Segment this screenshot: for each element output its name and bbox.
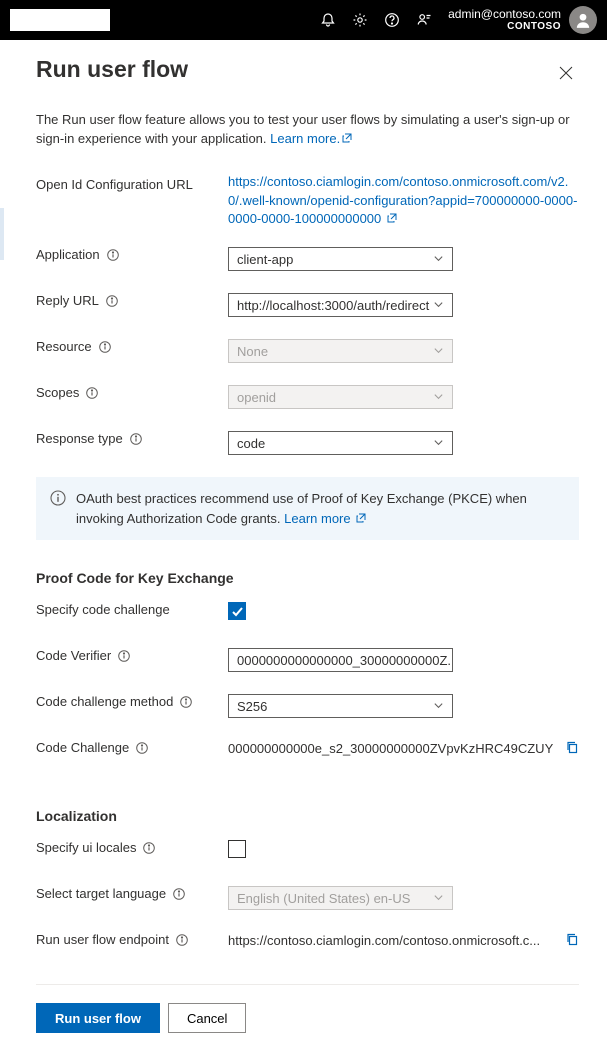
topbar-search-input[interactable]	[10, 9, 110, 31]
run-user-flow-button[interactable]: Run user flow	[36, 1003, 160, 1033]
copy-icon[interactable]	[565, 932, 579, 949]
endpoint-value: https://contoso.ciamlogin.com/contoso.on…	[228, 933, 555, 948]
challenge-method-select[interactable]: S256	[228, 694, 453, 718]
response-type-label: Response type	[36, 431, 123, 446]
pkce-section-title: Proof Code for Key Exchange	[36, 570, 579, 586]
info-icon[interactable]	[106, 248, 120, 262]
reply-url-label: Reply URL	[36, 293, 99, 308]
info-icon[interactable]	[175, 933, 189, 947]
intro-text: The Run user flow feature allows you to …	[36, 111, 579, 149]
panel-title: Run user flow	[36, 56, 188, 83]
target-language-select: English (United States) en-US	[228, 886, 453, 910]
copy-icon[interactable]	[565, 740, 579, 757]
external-link-icon	[356, 509, 366, 529]
chevron-down-icon	[433, 390, 444, 405]
user-email: admin@contoso.com	[448, 7, 561, 21]
specify-locales-label: Specify ui locales	[36, 840, 136, 855]
pkce-info-banner: OAuth best practices recommend use of Pr…	[36, 477, 579, 540]
separator	[36, 984, 579, 985]
run-user-flow-panel: Run user flow The Run user flow feature …	[0, 40, 607, 1061]
nav-accent	[0, 208, 4, 260]
application-label: Application	[36, 247, 100, 262]
scopes-label: Scopes	[36, 385, 79, 400]
info-icon[interactable]	[142, 841, 156, 855]
specify-challenge-label: Specify code challenge	[36, 602, 228, 617]
learn-more-link[interactable]: Learn more.	[270, 131, 352, 146]
info-icon[interactable]	[135, 741, 149, 755]
response-type-select[interactable]: code	[228, 431, 453, 455]
chevron-down-icon	[433, 699, 444, 714]
chevron-down-icon	[433, 344, 444, 359]
specify-locales-checkbox[interactable]	[228, 840, 246, 858]
info-icon[interactable]	[172, 887, 186, 901]
info-circle-icon	[50, 490, 66, 528]
cancel-button[interactable]: Cancel	[168, 1003, 246, 1033]
openid-label: Open Id Configuration URL	[36, 173, 228, 192]
code-verifier-input[interactable]: 0000000000000000_30000000000Z...	[228, 648, 453, 672]
chevron-down-icon	[433, 252, 444, 267]
openid-url-link[interactable]: https://contoso.ciamlogin.com/contoso.on…	[228, 173, 579, 230]
info-icon[interactable]	[85, 386, 99, 400]
pkce-learn-more-link[interactable]: Learn more	[284, 511, 366, 526]
user-org: CONTOSO	[507, 21, 561, 33]
reply-url-select[interactable]: http://localhost:3000/auth/redirect	[228, 293, 453, 317]
challenge-method-label: Code challenge method	[36, 694, 173, 709]
info-icon[interactable]	[129, 432, 143, 446]
topbar-user[interactable]: admin@contoso.com CONTOSO	[448, 7, 561, 33]
specify-challenge-checkbox[interactable]	[228, 602, 246, 620]
settings-icon[interactable]	[344, 0, 376, 40]
chevron-down-icon	[433, 298, 444, 313]
info-icon[interactable]	[117, 649, 131, 663]
external-link-icon	[387, 210, 397, 229]
scopes-select: openid	[228, 385, 453, 409]
target-language-label: Select target language	[36, 886, 166, 901]
code-challenge-value: 000000000000e_s2_30000000000ZVpvKzHRC49C…	[228, 741, 555, 756]
application-select[interactable]: client-app	[228, 247, 453, 271]
endpoint-label: Run user flow endpoint	[36, 932, 169, 947]
chevron-down-icon	[433, 436, 444, 451]
code-challenge-label: Code Challenge	[36, 740, 129, 755]
feedback-icon[interactable]	[408, 0, 440, 40]
info-icon[interactable]	[98, 340, 112, 354]
info-icon[interactable]	[105, 294, 119, 308]
resource-select: None	[228, 339, 453, 363]
localization-section-title: Localization	[36, 808, 579, 824]
info-icon[interactable]	[179, 695, 193, 709]
close-button[interactable]	[553, 60, 579, 89]
external-link-icon	[342, 130, 352, 149]
top-bar: admin@contoso.com CONTOSO	[0, 0, 607, 40]
chevron-down-icon	[433, 891, 444, 906]
notifications-icon[interactable]	[312, 0, 344, 40]
resource-label: Resource	[36, 339, 92, 354]
avatar[interactable]	[569, 6, 597, 34]
code-verifier-label: Code Verifier	[36, 648, 111, 663]
help-icon[interactable]	[376, 0, 408, 40]
